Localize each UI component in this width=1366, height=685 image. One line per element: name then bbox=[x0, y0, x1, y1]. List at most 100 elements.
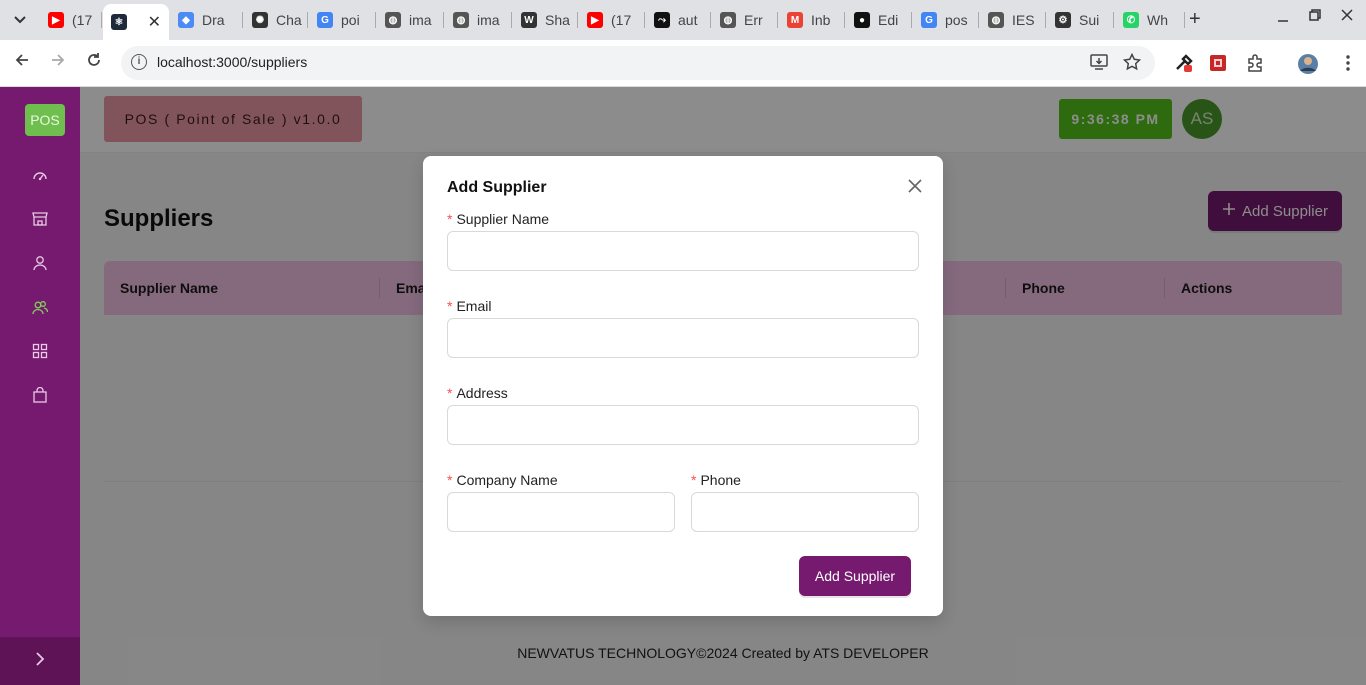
required-marker: * bbox=[447, 298, 453, 314]
tab-separator bbox=[1045, 12, 1046, 28]
tab-separator bbox=[911, 12, 912, 28]
browser-tab-label: poi bbox=[341, 12, 360, 28]
globe-icon: ◍ bbox=[385, 12, 401, 28]
globe-icon: ◍ bbox=[988, 12, 1004, 28]
address-input[interactable] bbox=[447, 405, 919, 445]
browser-tab[interactable]: ▶ (17 bbox=[579, 4, 645, 36]
new-tab-button[interactable]: + bbox=[1189, 8, 1201, 31]
team-icon[interactable] bbox=[32, 299, 49, 315]
browser-tab-label: (17 bbox=[611, 12, 632, 28]
modal-title: Add Supplier bbox=[447, 179, 547, 196]
extension-red-icon[interactable] bbox=[1208, 53, 1228, 73]
supplier-name-input[interactable] bbox=[447, 231, 919, 271]
profile-avatar-icon[interactable] bbox=[1297, 53, 1318, 74]
user-icon[interactable] bbox=[32, 255, 48, 271]
app-logo[interactable]: POS bbox=[25, 104, 65, 136]
browser-tab-label: ima bbox=[409, 12, 432, 28]
submit-add-supplier-button[interactable]: Add Supplier bbox=[799, 556, 911, 596]
tab-separator bbox=[1184, 12, 1185, 28]
browser-menu-icon[interactable] bbox=[1338, 53, 1358, 73]
back-icon[interactable] bbox=[10, 52, 34, 73]
shop-icon[interactable] bbox=[32, 211, 48, 227]
close-tab-icon[interactable]: ✕ bbox=[148, 12, 161, 32]
phone-label: * Phone bbox=[691, 472, 741, 488]
restore-icon[interactable] bbox=[1309, 8, 1321, 26]
address-label-text: Address bbox=[456, 385, 508, 401]
globe-icon: ◍ bbox=[720, 12, 736, 28]
reload-icon[interactable] bbox=[82, 52, 106, 73]
email-field[interactable] bbox=[447, 318, 919, 358]
site-info-icon[interactable]: i bbox=[131, 54, 147, 70]
browser-tab-label: Sha bbox=[545, 12, 570, 28]
wikipedia-icon: W bbox=[521, 12, 537, 28]
extension-dropper-icon[interactable] bbox=[1174, 53, 1194, 73]
chatgpt-icon: ✺ bbox=[252, 12, 268, 28]
phone-label-text: Phone bbox=[700, 472, 741, 488]
browser-tab[interactable]: ⤳ aut bbox=[646, 4, 711, 36]
company-name-input[interactable] bbox=[447, 492, 675, 532]
bookmark-star-icon[interactable] bbox=[1122, 52, 1142, 76]
extensions-puzzle-icon[interactable] bbox=[1245, 53, 1265, 73]
browser-tab[interactable]: ◍ IES bbox=[980, 4, 1046, 36]
tab-search-chevron-icon[interactable] bbox=[8, 9, 32, 31]
browser-tab[interactable]: ● Edi bbox=[846, 4, 912, 36]
browser-tab-label: pos bbox=[945, 12, 968, 28]
company-name-label: * Company Name bbox=[447, 472, 558, 488]
tab-separator bbox=[101, 12, 102, 28]
browser-tab[interactable]: ◆ Dra bbox=[170, 4, 243, 36]
forward-icon[interactable] bbox=[46, 52, 70, 73]
sidebar: POS bbox=[0, 87, 80, 685]
browser-tab[interactable]: ▶ (17 bbox=[40, 4, 102, 36]
gmail-icon: M bbox=[787, 12, 803, 28]
close-icon[interactable] bbox=[905, 176, 925, 196]
tab-separator bbox=[443, 12, 444, 28]
tab-separator bbox=[242, 12, 243, 28]
required-marker: * bbox=[447, 211, 453, 227]
browser-tab[interactable]: ✺ Cha bbox=[244, 4, 308, 36]
required-marker: * bbox=[447, 472, 453, 488]
browser-tab-label: aut bbox=[678, 12, 698, 28]
required-marker: * bbox=[691, 472, 697, 488]
browser-tab[interactable]: ◍ ima bbox=[377, 4, 444, 36]
browser-tab[interactable]: ⚙ Sui bbox=[1047, 4, 1114, 36]
tab-separator bbox=[577, 12, 578, 28]
tab-separator bbox=[375, 12, 376, 28]
browser-tab[interactable]: ✆ Wh bbox=[1115, 4, 1185, 36]
install-app-icon[interactable] bbox=[1090, 53, 1108, 76]
browser-tab-label: Wh bbox=[1147, 12, 1168, 28]
tab-separator bbox=[710, 12, 711, 28]
browser-tab[interactable]: Gpoi bbox=[309, 4, 376, 36]
browser-tab[interactable]: M Inb bbox=[779, 4, 845, 36]
appstore-icon[interactable] bbox=[32, 343, 48, 359]
browser-toolbar: i localhost:3000/suppliers bbox=[0, 40, 1366, 87]
tab-separator bbox=[511, 12, 512, 28]
sidebar-collapse-button[interactable] bbox=[0, 637, 80, 685]
email-label: * Email bbox=[447, 298, 491, 314]
browser-tab-label: Dra bbox=[202, 12, 225, 28]
chevron-right-icon bbox=[35, 651, 45, 671]
dashboard-icon[interactable] bbox=[32, 167, 48, 183]
tab-separator bbox=[307, 12, 308, 28]
close-window-icon[interactable] bbox=[1341, 8, 1353, 26]
browser-tab-label: Inb bbox=[811, 12, 831, 28]
minimize-icon[interactable] bbox=[1277, 8, 1289, 26]
browser-tab[interactable]: ◍ Err bbox=[712, 4, 778, 36]
tab-separator bbox=[978, 12, 979, 28]
browser-tab[interactable]: W Sha bbox=[513, 4, 578, 36]
shopping-bag-icon[interactable] bbox=[32, 386, 48, 403]
supplier-name-label: * Supplier Name bbox=[447, 211, 549, 227]
email-label-text: Email bbox=[456, 298, 492, 314]
youtube-icon: ▶ bbox=[587, 12, 603, 28]
browser-tab-label: (17 bbox=[72, 12, 93, 28]
browser-tab[interactable]: ◍ ima bbox=[445, 4, 512, 36]
github-icon: ● bbox=[854, 12, 870, 28]
supplier-name-label-text: Supplier Name bbox=[456, 211, 550, 227]
address-bar[interactable]: i localhost:3000/suppliers bbox=[121, 46, 1155, 80]
phone-input[interactable] bbox=[691, 492, 919, 532]
gear-icon: ⚙ bbox=[1055, 12, 1071, 28]
browser-tab-label: IES bbox=[1012, 12, 1035, 28]
browser-tab[interactable]: ⚛ ✕ bbox=[103, 4, 169, 40]
browser-tab-label: Cha bbox=[276, 12, 302, 28]
browser-tab[interactable]: Gpos bbox=[913, 4, 979, 36]
diagram-icon: ◆ bbox=[178, 12, 194, 28]
